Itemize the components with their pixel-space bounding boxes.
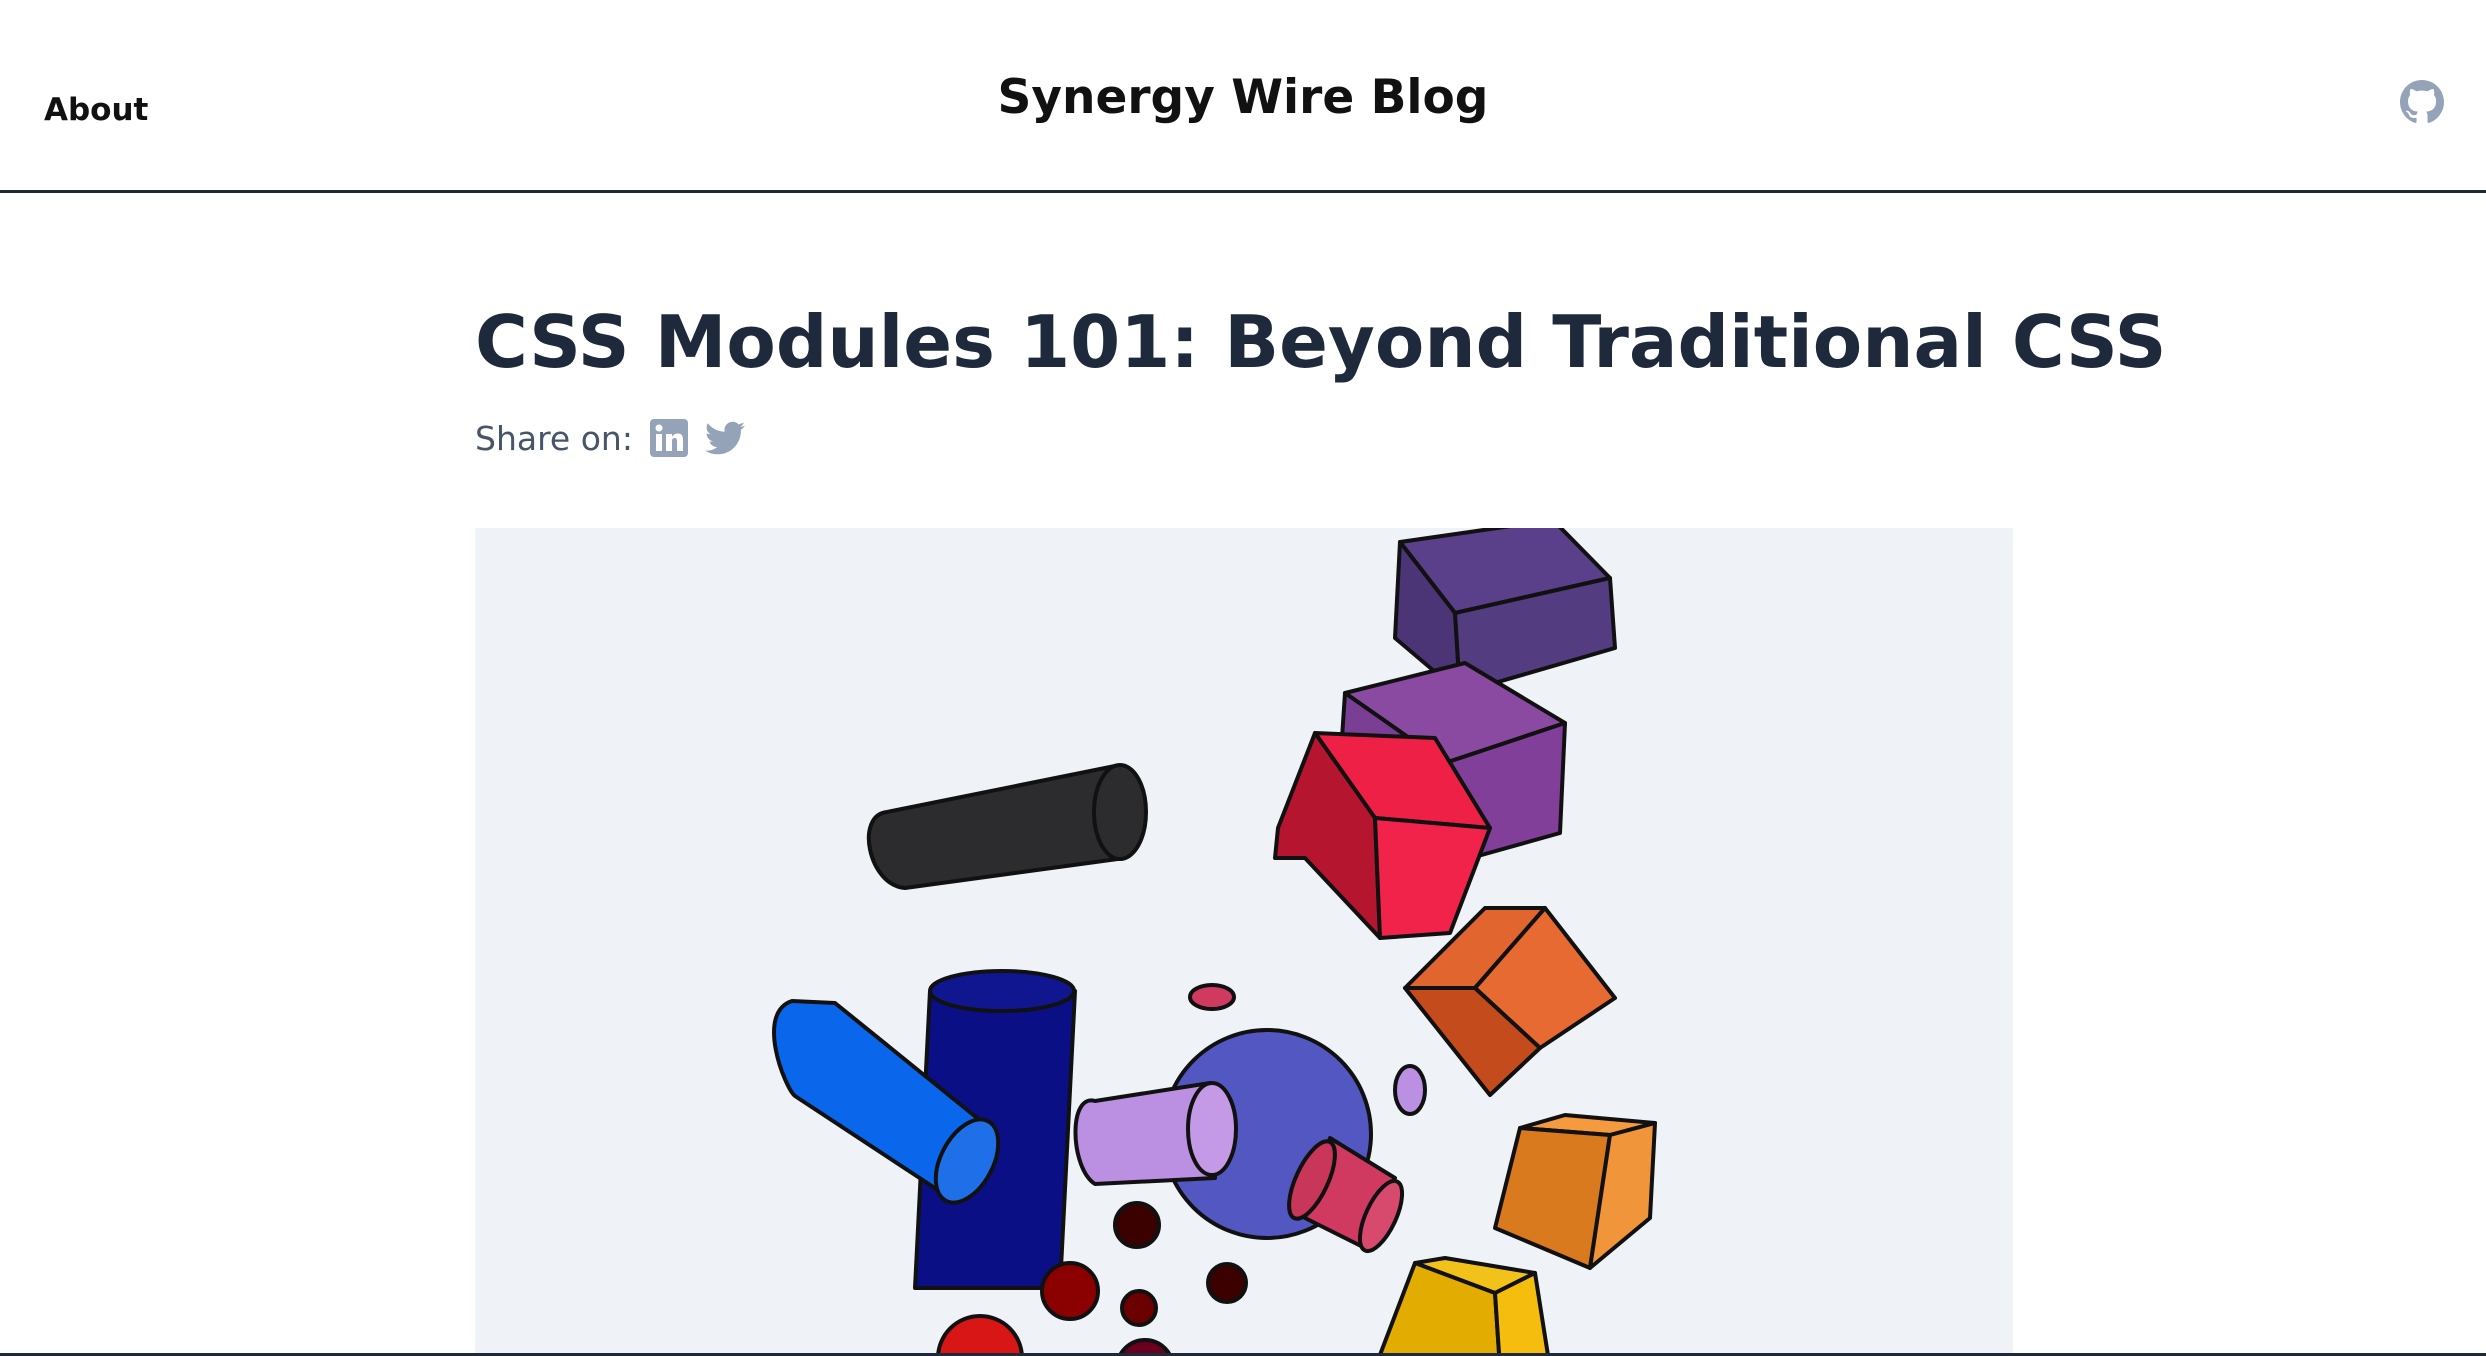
orange-cube-shape	[1403, 906, 1617, 1097]
dot-shape	[1120, 1289, 1158, 1327]
dot-shape	[1206, 1262, 1248, 1304]
site-title[interactable]: Synergy Wire Blog	[0, 70, 2486, 125]
dot-shape	[1113, 1201, 1161, 1249]
linkedin-icon[interactable]	[649, 418, 689, 458]
twitter-icon[interactable]	[704, 418, 745, 458]
purple-cube-shape	[1393, 528, 1617, 695]
site-header: About Synergy Wire Blog	[0, 0, 2486, 193]
dot-shape	[1040, 1261, 1100, 1321]
article-title: CSS Modules 101: Beyond Traditional CSS	[475, 300, 2167, 384]
yellow-cube-shape	[1377, 1256, 1551, 1356]
light-orange-cube-shape	[1493, 1113, 1657, 1270]
lavender-cylinder-shape	[1073, 1081, 1238, 1186]
black-cylinder-shape	[866, 763, 1148, 890]
share-row: Share on:	[475, 415, 745, 461]
hero-image	[475, 528, 2013, 1356]
share-label: Share on:	[475, 418, 633, 458]
github-icon[interactable]	[2400, 80, 2444, 124]
dot-shape	[936, 1314, 1024, 1356]
